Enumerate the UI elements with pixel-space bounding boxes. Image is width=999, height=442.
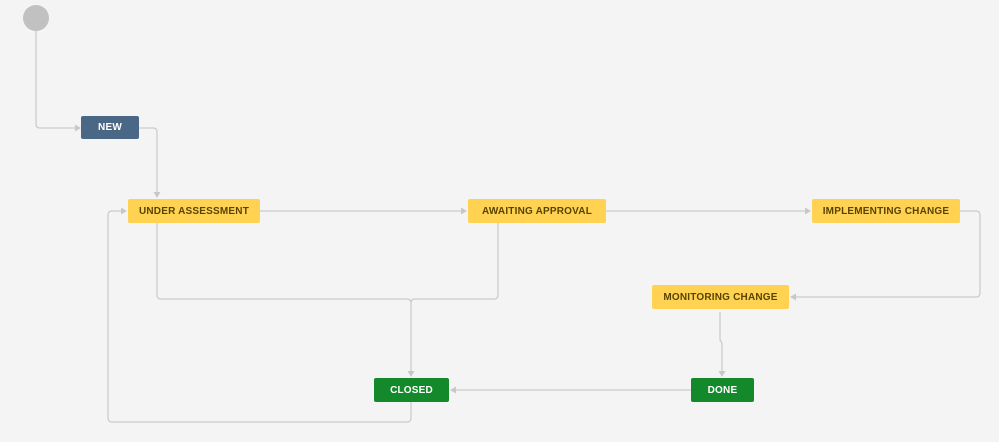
- transition-implementing-change-to-monitoring-change: [796, 210, 981, 298]
- status-label: IMPLEMENTING CHANGE: [822, 205, 950, 217]
- transition-closed-to-under-assessment: [107, 210, 412, 423]
- status-new[interactable]: NEW: [81, 116, 139, 139]
- arrow-head: [450, 386, 456, 394]
- status-label: NEW: [98, 122, 122, 133]
- arrow-head: [805, 207, 811, 215]
- status-label: DONE: [707, 384, 738, 396]
- arrow-head: [121, 207, 127, 215]
- transition-under-assessment-to-closed: [156, 223, 412, 371]
- status-label: CLOSED: [390, 384, 433, 396]
- transition-start-to-new: [35, 31, 75, 129]
- status-label: AWAITING APPROVAL: [481, 205, 593, 217]
- status-label: UNDER ASSESSMENT: [138, 205, 250, 217]
- transition-awaiting-approval-to-closed: [410, 223, 499, 304]
- start-node[interactable]: [23, 5, 49, 31]
- arrow-head: [153, 192, 161, 198]
- arrow-head: [718, 371, 726, 377]
- status-implementing-change[interactable]: IMPLEMENTING CHANGE: [812, 199, 960, 223]
- status-monitoring-change[interactable]: MONITORING CHANGE: [652, 285, 789, 309]
- transition-monitoring-change-to-done: [719, 312, 723, 371]
- arrow-head: [461, 207, 467, 215]
- status-closed[interactable]: CLOSED: [374, 378, 449, 402]
- workflow-diagram: NEW UNDER ASSESSMENT AWAITING APPROVAL I…: [0, 0, 999, 442]
- status-label: MONITORING CHANGE: [663, 291, 778, 303]
- status-awaiting-approval[interactable]: AWAITING APPROVAL: [468, 199, 606, 223]
- status-under-assessment[interactable]: UNDER ASSESSMENT: [128, 199, 260, 223]
- arrow-head: [790, 293, 796, 301]
- arrow-head: [407, 371, 415, 377]
- status-done[interactable]: DONE: [691, 378, 754, 402]
- transition-new-to-under-assessment: [139, 127, 158, 192]
